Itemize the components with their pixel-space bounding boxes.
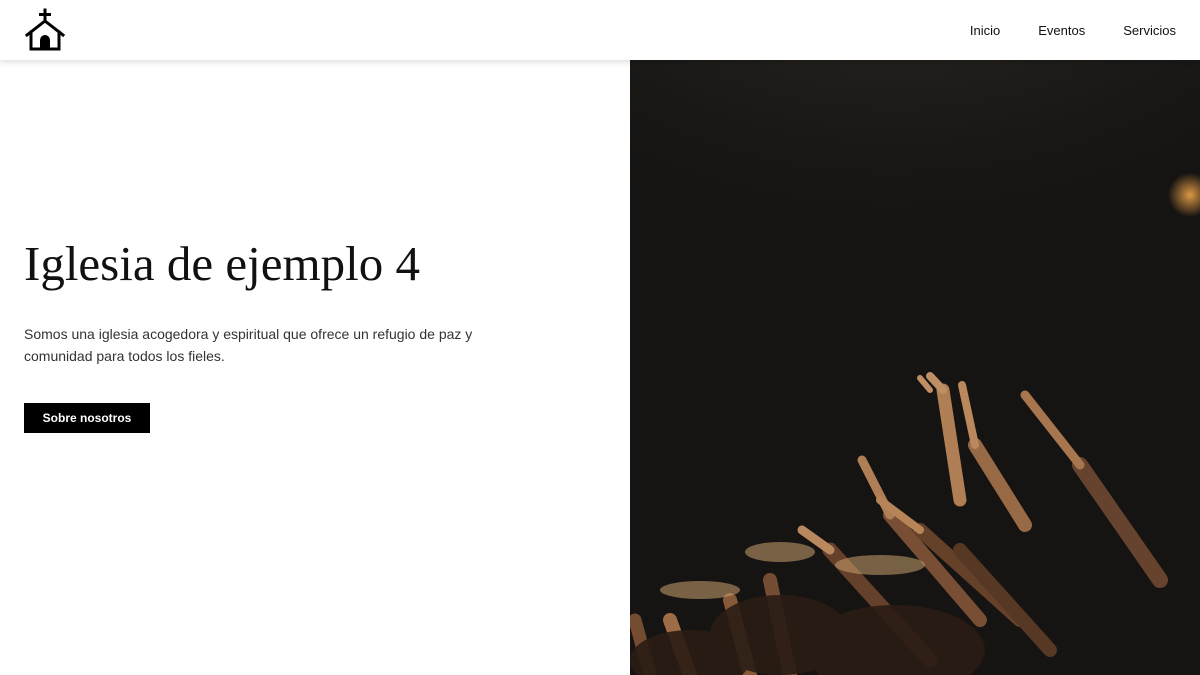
nav-servicios[interactable]: Servicios [1123, 23, 1176, 38]
about-us-button[interactable]: Sobre nosotros [24, 403, 150, 433]
site-header: Inicio Eventos Servicios [0, 0, 1200, 60]
main-nav: Inicio Eventos Servicios [970, 0, 1176, 60]
nav-inicio[interactable]: Inicio [970, 23, 1000, 38]
hero-image [630, 60, 1200, 675]
page-title: Iglesia de ejemplo 4 [24, 236, 420, 291]
hero-description: Somos una iglesia acogedora y espiritual… [24, 326, 473, 364]
nav-eventos[interactable]: Eventos [1038, 23, 1085, 38]
church-icon[interactable] [24, 8, 66, 52]
hero-text-section: Iglesia de ejemplo 4 Somos una iglesia a… [0, 60, 630, 675]
